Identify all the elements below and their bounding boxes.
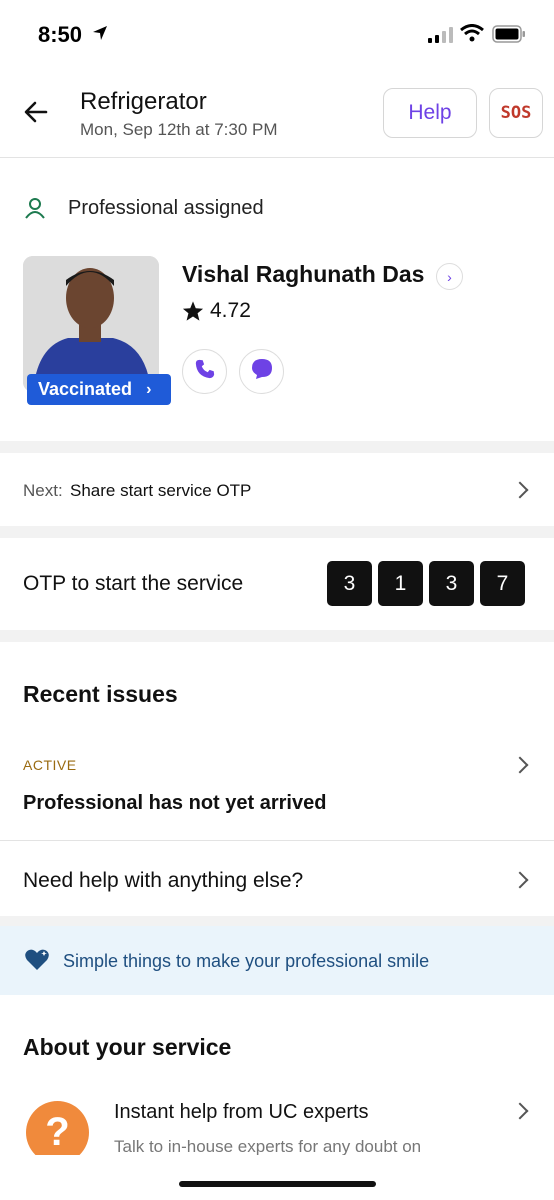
professional-status: Professional assigned — [68, 197, 264, 219]
call-button[interactable] — [182, 349, 227, 394]
chat-button[interactable] — [239, 349, 284, 394]
next-step-row[interactable]: Next: Share start service OTP — [0, 453, 554, 526]
uc-experts-subtitle: Talk to in-house experts for any doubt o… — [114, 1137, 422, 1155]
status-time: 8:50 — [38, 22, 83, 47]
question-icon: ? — [26, 1101, 89, 1155]
help-else-label: Need help with anything else? — [23, 869, 304, 892]
chevron-right-icon — [511, 756, 529, 774]
smile-banner[interactable]: Simple things to make your professional … — [0, 926, 554, 995]
star-icon — [182, 300, 204, 327]
section-separator — [0, 441, 554, 453]
professional-card: Professional assigned Vaccinated › Visha… — [0, 159, 554, 441]
phone-icon — [194, 358, 216, 385]
next-label: Next: — [23, 481, 63, 500]
chevron-right-icon — [511, 481, 529, 499]
otp-digit: 1 — [378, 561, 423, 606]
status-bar: 8:50 — [0, 0, 554, 70]
professional-name[interactable]: Vishal Raghunath Das — [182, 261, 424, 288]
sos-button[interactable]: SOS — [489, 88, 543, 138]
recent-issues-section: Recent issues ACTIVE Professional has no… — [0, 641, 554, 916]
about-section: About your service ? Instant help from U… — [0, 995, 554, 1155]
vaccinated-badge[interactable]: Vaccinated › — [27, 374, 171, 405]
recent-issues-title: Recent issues — [23, 681, 178, 707]
header: Refrigerator Mon, Sep 12th at 7:30 PM He… — [0, 70, 554, 158]
otp-label: OTP to start the service — [23, 572, 244, 595]
rating-value: 4.72 — [210, 299, 251, 322]
smile-banner-text: Simple things to make your professional … — [63, 951, 430, 971]
about-title: About your service — [23, 1034, 232, 1060]
page-title: Refrigerator — [80, 88, 207, 115]
next-step-value: Share start service OTP — [70, 481, 252, 500]
profile-chevron-icon[interactable]: › — [436, 263, 463, 290]
location-arrow-icon — [91, 24, 109, 47]
chevron-right-icon — [511, 871, 529, 889]
otp-digit: 7 — [480, 561, 525, 606]
section-separator — [0, 916, 554, 926]
booking-datetime: Mon, Sep 12th at 7:30 PM — [80, 120, 278, 139]
issue-text: Professional has not yet arrived — [23, 792, 327, 814]
otp-digit: 3 — [429, 561, 474, 606]
issue-status-badge: ACTIVE — [23, 757, 77, 773]
chevron-right-icon — [511, 1102, 529, 1120]
battery-icon — [492, 25, 526, 48]
help-button[interactable]: Help — [383, 88, 477, 138]
home-indicator — [179, 1181, 376, 1187]
wifi-icon — [460, 24, 484, 47]
divider — [0, 840, 554, 841]
uc-experts-title: Instant help from UC experts — [114, 1101, 369, 1123]
person-icon — [24, 197, 46, 224]
vaccinated-label: Vaccinated — [38, 379, 133, 399]
back-arrow-icon[interactable] — [22, 98, 50, 126]
chat-icon — [250, 357, 274, 386]
heart-icon — [24, 948, 50, 977]
professional-photo[interactable] — [23, 256, 159, 392]
otp-digit: 3 — [327, 561, 372, 606]
chevron-right-icon: › — [146, 380, 152, 398]
otp-row: OTP to start the service 3 1 3 7 — [0, 538, 554, 630]
section-separator — [0, 526, 554, 538]
signal-icon — [428, 27, 454, 48]
